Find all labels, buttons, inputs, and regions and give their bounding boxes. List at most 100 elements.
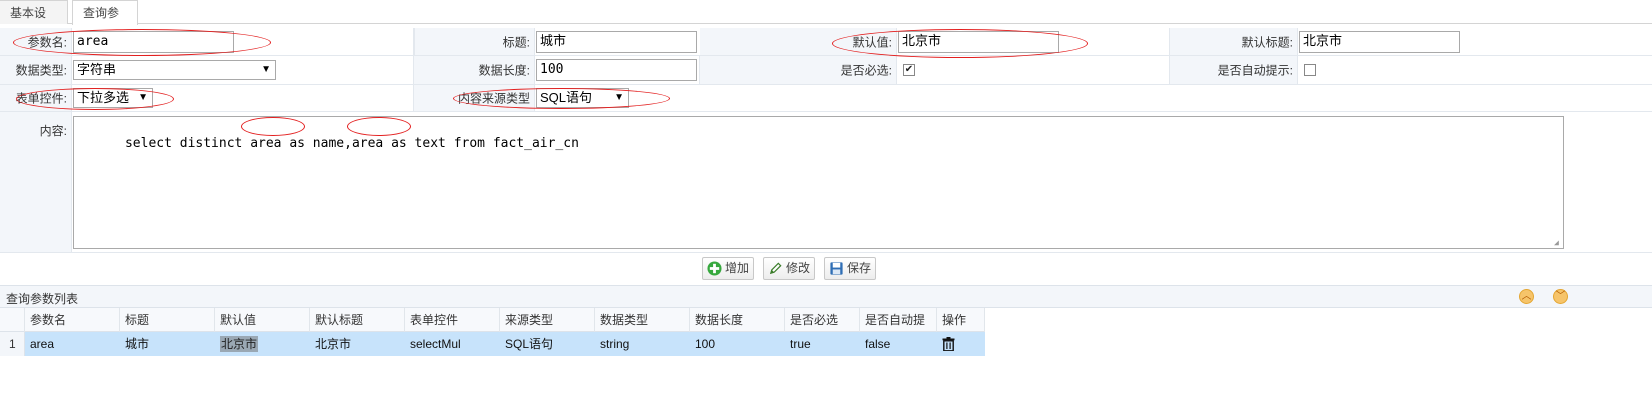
- dropdown-arrow-icon: ▼: [138, 92, 148, 103]
- data-length-cell: 100: [535, 56, 700, 84]
- cell-default-title: 北京市: [315, 337, 352, 351]
- tab-basic-settings[interactable]: 基本设置: [0, 0, 68, 44]
- chevron-up-icon[interactable]: ︿: [1519, 289, 1534, 304]
- form-control-label: 表单控件:: [15, 91, 67, 106]
- plus-icon: [707, 261, 722, 276]
- param-grid: 参数名 标题 默认值 默认标题 表单控件 来源类型 数据类型 数据长度 是否必选…: [0, 308, 1652, 418]
- tab-bar: 基本设置 查询参数: [0, 0, 1652, 44]
- param-name-input[interactable]: area: [73, 30, 234, 53]
- content-label-cell: 内容:: [0, 112, 72, 252]
- form-control-label-cell: 表单控件:: [0, 85, 72, 111]
- data-length-input[interactable]: 100: [536, 59, 697, 81]
- default-value-label-cell: 默认值:: [700, 28, 897, 55]
- auto-hint-cell: [1298, 56, 1652, 84]
- grid-header-default-title[interactable]: 默认标题: [310, 308, 405, 332]
- data-type-label: 数据类型:: [15, 63, 67, 78]
- required-cell: ✔: [897, 56, 1170, 84]
- add-button[interactable]: 增加: [702, 257, 754, 280]
- content-textarea[interactable]: select distinct area as name,area as tex…: [73, 116, 1564, 249]
- grid-header-data-type[interactable]: 数据类型: [595, 308, 690, 332]
- edit-button[interactable]: 修改: [763, 257, 815, 280]
- param-name-cell: area: [72, 28, 414, 55]
- data-length-label: 数据长度:: [478, 63, 530, 78]
- title-label-cell: 标题:: [414, 28, 535, 55]
- cell-required: true: [790, 337, 811, 351]
- grid-header-required[interactable]: 是否必选: [785, 308, 860, 332]
- required-checkbox[interactable]: ✔: [903, 64, 915, 76]
- grid-header-default-value[interactable]: 默认值: [215, 308, 310, 332]
- resize-handle-icon[interactable]: ◢: [1554, 239, 1562, 247]
- form-control-value: 下拉多选: [77, 90, 130, 105]
- content-text: select distinct area as name,area as tex…: [124, 136, 579, 151]
- grid-header-rownum: [0, 308, 25, 332]
- grid-title: 查询参数列表: [6, 292, 79, 306]
- auto-hint-checkbox[interactable]: [1304, 64, 1316, 76]
- data-type-value: 字符串: [77, 62, 117, 77]
- cell-param-name: area: [30, 337, 55, 351]
- form-control-select[interactable]: 下拉多选 ▼: [73, 88, 153, 108]
- save-label: 保存: [847, 261, 872, 275]
- pencil-icon: [769, 262, 782, 275]
- default-value-label: 默认值:: [852, 35, 892, 49]
- data-length-label-cell: 数据长度:: [414, 56, 535, 84]
- title-label: 标题:: [502, 35, 530, 49]
- default-value-cell: 北京市: [897, 28, 1170, 55]
- source-type-label-cell: 内容来源类型: [414, 85, 535, 111]
- default-title-input[interactable]: 北京市: [1299, 30, 1460, 53]
- param-name-label: 参数名:: [27, 35, 67, 49]
- chevron-down-icon[interactable]: ﹀: [1553, 289, 1568, 304]
- cell-default-value: 北京市: [215, 332, 310, 356]
- data-type-cell: 字符串 ▼: [72, 56, 414, 84]
- form-row-3: 表单控件: 下拉多选 ▼ 内容来源类型 SQL语句 ▼: [0, 85, 1652, 112]
- data-type-label-cell: 数据类型:: [0, 56, 72, 84]
- default-title-label-cell: 默认标题:: [1170, 28, 1298, 55]
- required-label: 是否必选:: [840, 63, 892, 78]
- source-type-value: SQL语句: [540, 90, 593, 105]
- data-type-select[interactable]: 字符串 ▼: [73, 60, 276, 80]
- grid-header-actions: 操作: [937, 308, 985, 332]
- button-bar: 增加 修改 保存: [0, 254, 1652, 282]
- title-input[interactable]: 城市: [536, 30, 697, 53]
- auto-hint-label-cell: 是否自动提示:: [1170, 56, 1298, 84]
- cell-source-type: SQL语句: [505, 337, 554, 351]
- cell-auto-hint: false: [865, 337, 891, 351]
- tab-query-params[interactable]: 查询参数: [72, 0, 138, 44]
- form-row-4: 内容: select distinct area as name,area as…: [0, 112, 1652, 253]
- grid-header-data-length[interactable]: 数据长度: [690, 308, 785, 332]
- add-label: 增加: [725, 261, 750, 275]
- source-type-label: 内容来源类型: [457, 91, 530, 106]
- content-label: 内容:: [39, 124, 67, 138]
- default-value-input[interactable]: 北京市: [898, 30, 1059, 53]
- source-type-cell: SQL语句 ▼: [535, 85, 1652, 111]
- grid-header-param-name[interactable]: 参数名: [25, 308, 120, 332]
- grid-header-source-type[interactable]: 来源类型: [500, 308, 595, 332]
- grid-header-auto-hint[interactable]: 是否自动提示: [860, 308, 937, 351]
- grid-header-form-control[interactable]: 表单控件: [405, 308, 500, 332]
- table-row[interactable]: area 城市 北京市 北京市 selectMul SQL语句 string 1…: [25, 332, 985, 356]
- grid-panel-header: 查询参数列表 ︿ ﹀: [0, 285, 1652, 308]
- form-control-cell: 下拉多选 ▼: [72, 85, 414, 111]
- required-label-cell: 是否必选:: [700, 56, 897, 84]
- floppy-icon: [830, 262, 843, 275]
- form-row-1: 参数名: area 标题: 城市 默认值: 北京市 默认标题: 北京市: [0, 28, 1652, 56]
- source-type-select[interactable]: SQL语句 ▼: [536, 88, 629, 108]
- edit-label: 修改: [786, 261, 811, 275]
- cell-form-control: selectMul: [410, 337, 461, 351]
- cell-data-type: string: [600, 337, 630, 351]
- cell-default-value-text: 北京市: [220, 336, 259, 352]
- dropdown-arrow-icon: ▼: [614, 92, 624, 103]
- default-title-label: 默认标题:: [1241, 35, 1293, 49]
- trash-icon[interactable]: [942, 337, 955, 351]
- grid-header-title[interactable]: 标题: [120, 308, 215, 332]
- cell-title: 城市: [125, 337, 150, 351]
- grid-header-row: 参数名 标题 默认值 默认标题 表单控件 来源类型 数据类型 数据长度 是否必选…: [0, 308, 985, 351]
- param-name-label-cell: 参数名:: [0, 28, 72, 55]
- default-title-cell: 北京市: [1298, 28, 1652, 55]
- save-button[interactable]: 保存: [824, 257, 876, 280]
- spacer: [414, 28, 415, 55]
- auto-hint-label: 是否自动提示:: [1217, 63, 1293, 78]
- cell-data-length: 100: [695, 337, 716, 351]
- row-number: 1: [0, 332, 25, 356]
- dropdown-arrow-icon: ▼: [261, 64, 271, 75]
- form-row-2: 数据类型: 字符串 ▼ 数据长度: 100 是否必选: ✔ 是否自动提示:: [0, 56, 1652, 85]
